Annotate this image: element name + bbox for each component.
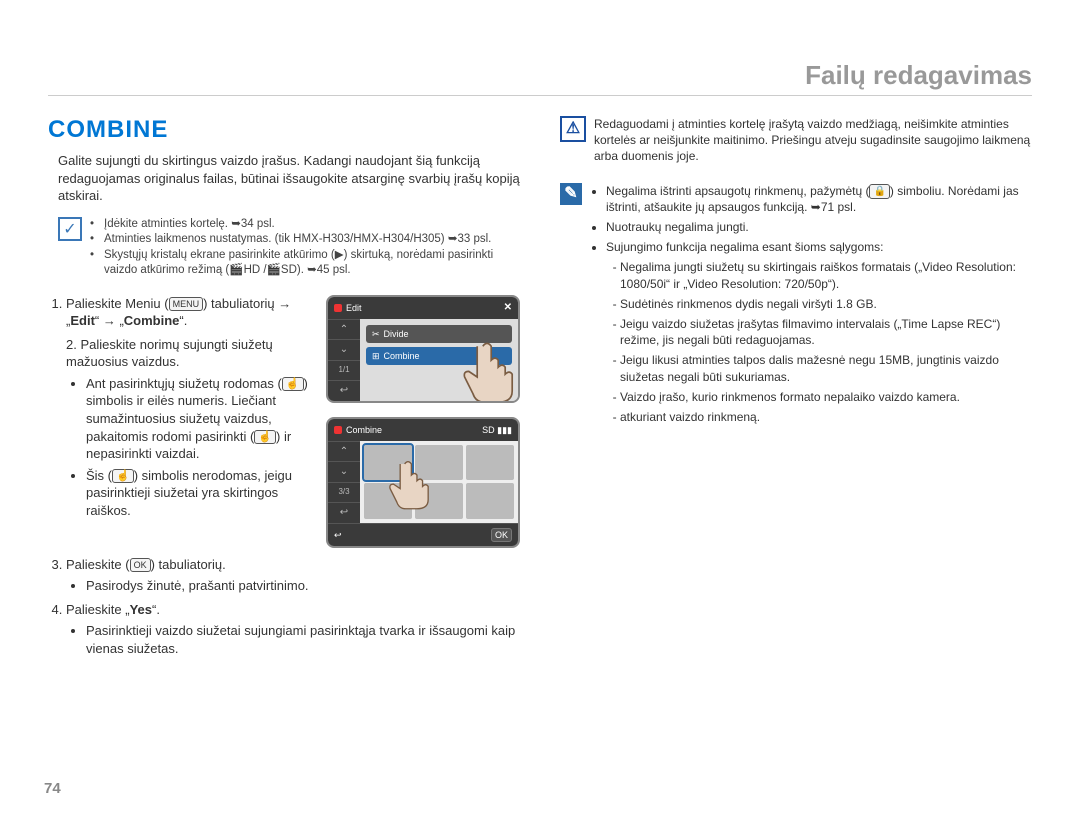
right-column: Redaguodami į atminties kortelę įrašytą … [560,116,1032,663]
up-icon: ⌃ [328,319,360,340]
page-indicator: 3/3 [328,482,360,503]
page-indicator: 1/1 [328,360,360,381]
page-header: Failų redagavimas [48,60,1032,96]
ok-icon: OK [130,558,151,572]
step4-sub: Pasirinktieji vaizdo siužetai sujungiami… [86,622,520,657]
select-icon [112,469,134,483]
thumb [466,483,514,519]
back-icon: ↩ [334,529,342,541]
prereq-item: Atminties laikmenos nustatymas. (tik HMX… [104,232,491,248]
note-item: Negalima ištrinti apsaugotų rinkmenų, pa… [606,183,1032,216]
note-item: Nuotraukų negalima jungti. [606,219,1032,235]
note-subitem: Jeigu vaizdo siužetas įrašytas filmavimo… [620,316,1032,348]
note-subitem: atkuriant vaizdo rinkmeną. [620,409,1032,425]
step2-sub: Ant pasirinktųjų siužetų rodomas () simb… [86,375,308,463]
up-icon: ⌃ [328,441,360,462]
lock-icon [869,184,889,199]
step1-combine: Combine [124,313,180,328]
step1-text: “ → „ [95,313,124,328]
note-subitem: Vaizdo įrašo, kurio rinkmenos formato ne… [620,389,1032,405]
close-icon: ✕ [504,301,512,315]
step2-text: 2. Palieskite norimų sujungti siužetų ma… [66,337,273,370]
ok-button: OK [491,528,512,542]
menu-icon: MENU [169,297,204,311]
touch-hand-icon [452,335,520,403]
section-title: COMBINE [48,116,520,144]
touch-hand-icon [380,455,436,511]
note-subitem: Negalima jungti siužetų su skirtingais r… [620,259,1032,291]
rec-icon: Edit [334,302,362,314]
down-icon: ⌄ [328,461,360,482]
prerequisite-box: ✓ •Įdėkite atminties kortelę. ➥34 psl. •… [58,217,520,279]
step2-sub: Šis () simbolis nerodomas, jeigu pasirin… [86,467,308,520]
warning-note: Redaguodami į atminties kortelę įrašytą … [560,116,1032,165]
storage-icon: SD ▮▮▮ [482,424,512,436]
step1-text: Palieskite Meniu ( [66,296,169,311]
back-icon: ↩ [328,502,360,523]
step3-sub: Pasirodys žinutė, prašanti patvirtinimo. [86,577,520,595]
screenshot-edit-menu: Edit ✕ ⌃ ⌄ 1/1 ↩ [326,295,520,403]
info-note: Negalima ištrinti apsaugotų rinkmenų, pa… [560,183,1032,430]
rec-icon: Combine [334,424,382,436]
step4: Palieskite „Yes“. Pasirinktieji vaizdo s… [66,601,520,658]
note-subitem: Sudėtinės rinkmenos dydis negali viršyti… [620,296,1032,312]
intro-text: Galite sujungti du skirtingus vaizdo įra… [58,152,520,205]
thumb [466,445,514,481]
pen-icon [560,183,582,205]
prereq-item: Įdėkite atminties kortelę. ➥34 psl. [104,217,275,233]
prereq-item: Skystųjų kristalų ekrane pasirinkite atk… [104,248,520,279]
step3: Palieskite (OK) tabuliatorių. Pasirodys … [66,556,520,595]
step1-text: “. [179,313,187,328]
down-icon: ⌄ [328,339,360,360]
left-column: COMBINE Galite sujungti du skirtingus va… [48,116,520,663]
warning-text: Redaguodami į atminties kortelę įrašytą … [594,116,1032,165]
note-subitem: Jeigu likusi atminties talpos dalis maže… [620,352,1032,384]
check-icon: ✓ [58,217,82,241]
warning-icon [560,116,586,142]
screenshot-combine-grid: Combine SD ▮▮▮ ⌃ ⌄ 3/3 ↩ [326,417,520,548]
note-item: Sujungimo funkcija negalima esant šioms … [606,239,1032,425]
page-number: 74 [44,780,61,797]
select-icon [254,430,276,444]
back-icon: ↩ [328,380,360,401]
step1-edit: Edit [70,313,95,328]
select-icon [282,377,304,391]
